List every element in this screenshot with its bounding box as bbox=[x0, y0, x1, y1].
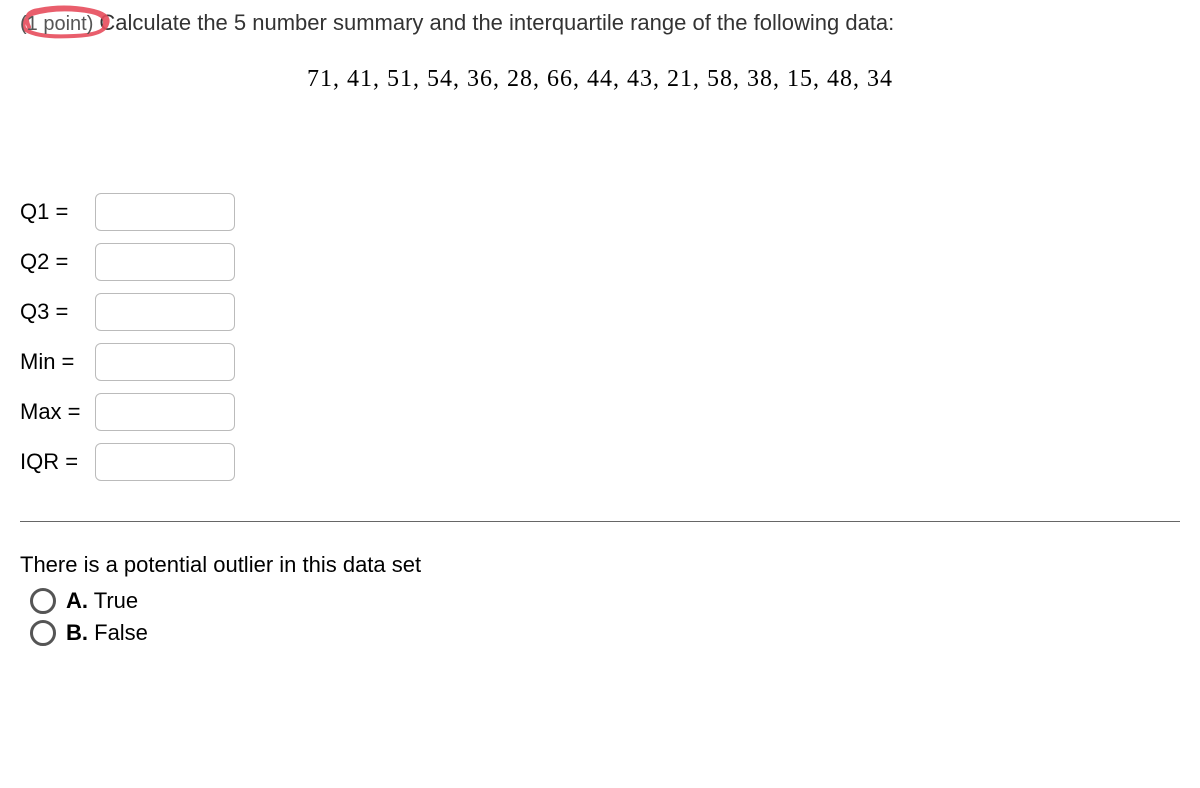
point-label: (1 point) bbox=[20, 13, 93, 35]
inputs-block: Q1 = Q2 = Q3 = Min = Max = IQR = bbox=[20, 193, 1180, 481]
radio-letter-a: A. bbox=[66, 588, 88, 613]
radio-circle-b[interactable] bbox=[30, 620, 56, 646]
radio-text-b: False bbox=[94, 620, 148, 645]
point-label-container: (1 point) bbox=[20, 10, 93, 36]
radio-option-a[interactable]: A. True bbox=[30, 588, 1180, 614]
label-min: Min = bbox=[20, 349, 95, 375]
input-max[interactable] bbox=[95, 393, 235, 431]
input-row-q2: Q2 = bbox=[20, 243, 1180, 281]
label-q3: Q3 = bbox=[20, 299, 95, 325]
label-max: Max = bbox=[20, 399, 95, 425]
radio-option-b[interactable]: B. False bbox=[30, 620, 1180, 646]
input-row-max: Max = bbox=[20, 393, 1180, 431]
radio-label-b: B. False bbox=[66, 620, 148, 646]
radio-circle-a[interactable] bbox=[30, 588, 56, 614]
tf-prompt: There is a potential outlier in this dat… bbox=[20, 552, 1180, 578]
input-row-q3: Q3 = bbox=[20, 293, 1180, 331]
radio-letter-b: B. bbox=[66, 620, 88, 645]
label-iqr: IQR = bbox=[20, 449, 95, 475]
label-q1: Q1 = bbox=[20, 199, 95, 225]
input-row-min: Min = bbox=[20, 343, 1180, 381]
input-row-q1: Q1 = bbox=[20, 193, 1180, 231]
input-q2[interactable] bbox=[95, 243, 235, 281]
input-q1[interactable] bbox=[95, 193, 235, 231]
radio-text-a: True bbox=[94, 588, 138, 613]
question-header: (1 point) Calculate the 5 number summary… bbox=[20, 10, 1180, 36]
input-iqr[interactable] bbox=[95, 443, 235, 481]
radio-label-a: A. True bbox=[66, 588, 138, 614]
input-min[interactable] bbox=[95, 343, 235, 381]
label-q2: Q2 = bbox=[20, 249, 95, 275]
question-text: Calculate the 5 number summary and the i… bbox=[99, 10, 894, 36]
input-row-iqr: IQR = bbox=[20, 443, 1180, 481]
data-values: 71, 41, 51, 54, 36, 28, 66, 44, 43, 21, … bbox=[20, 66, 1180, 93]
divider bbox=[20, 521, 1180, 522]
input-q3[interactable] bbox=[95, 293, 235, 331]
